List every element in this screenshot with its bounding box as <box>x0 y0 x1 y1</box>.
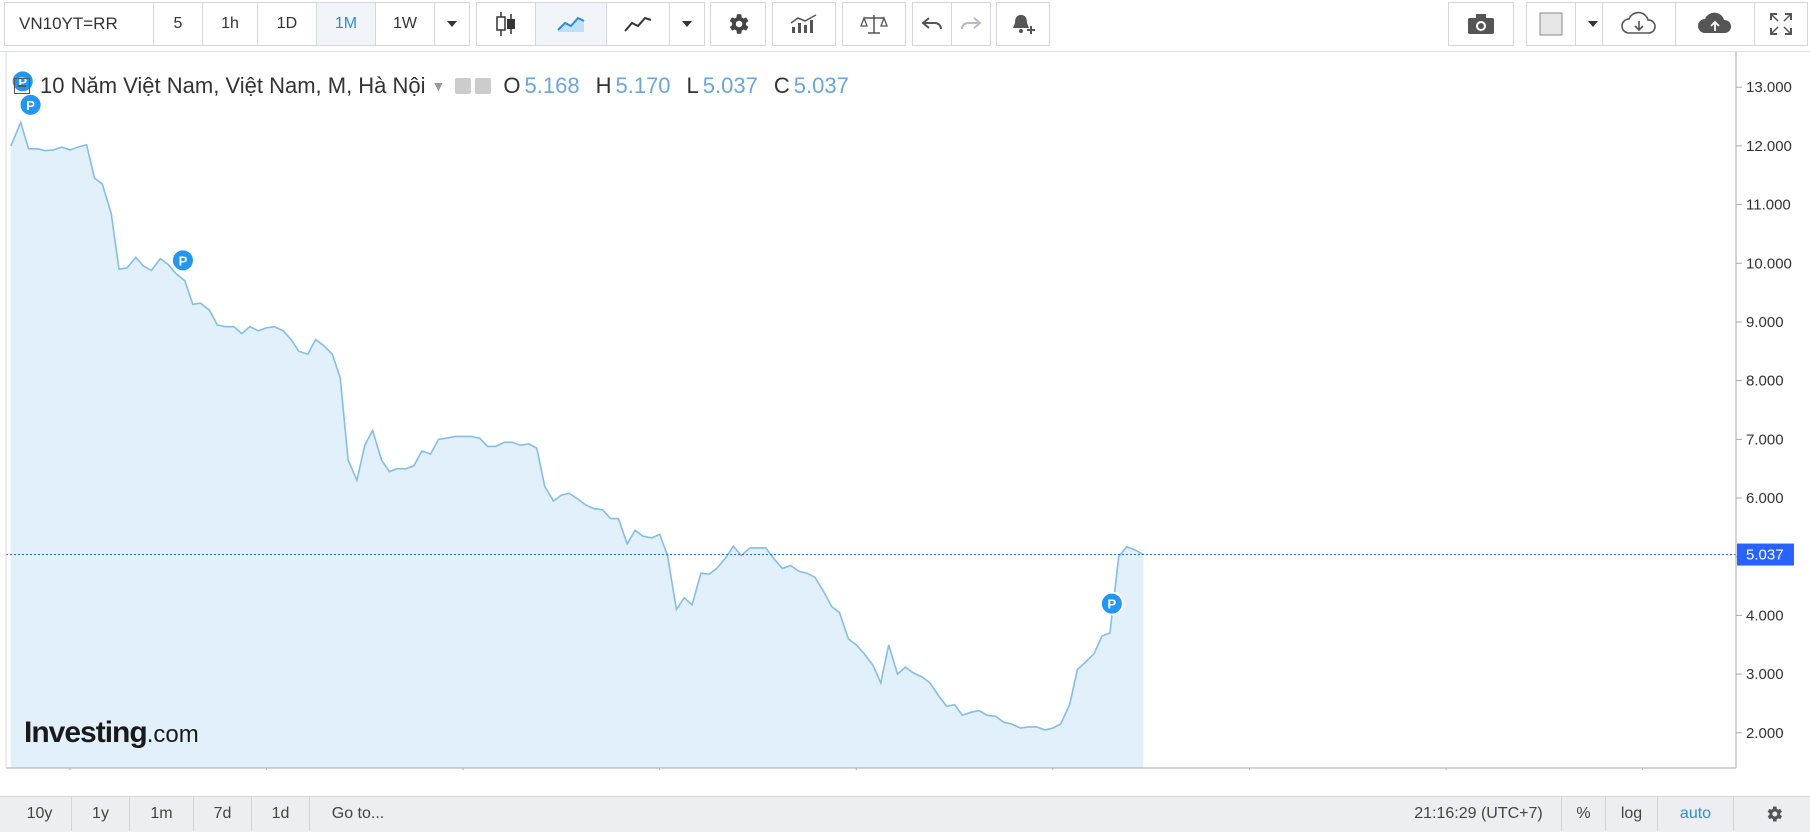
redo-icon <box>961 17 982 30</box>
open-value: 5.168 <box>524 73 580 98</box>
gear-icon <box>1767 806 1782 822</box>
gear-icon <box>729 14 749 34</box>
percent-toggle[interactable]: % <box>1562 797 1606 831</box>
candlestick-icon <box>496 12 515 36</box>
range-1d[interactable]: 1d <box>252 797 310 831</box>
chevron-down-icon <box>682 21 692 27</box>
y-tick-label: 2.000 <box>1746 725 1784 742</box>
marker-label: P <box>26 98 35 113</box>
gear-icon[interactable] <box>475 78 492 94</box>
last-price-label: 5.037 <box>1746 547 1784 564</box>
chart-area[interactable]: 2.0003.0004.0005.0006.0007.0008.0009.000… <box>0 52 1810 770</box>
range-1m[interactable]: 1m <box>130 797 194 831</box>
undo-icon <box>921 17 942 30</box>
y-tick-label: 4.000 <box>1746 607 1784 624</box>
scales-icon <box>860 15 888 34</box>
undo-button[interactable] <box>912 2 952 46</box>
y-tick-label: 12.000 <box>1746 138 1792 155</box>
high-label: H <box>595 73 612 98</box>
chart-legend: 10 Năm Việt Nam, Việt Nam, M, Hà Nội ▼ O… <box>14 72 849 100</box>
candles-button[interactable] <box>476 2 536 46</box>
open-label: O <box>503 73 521 98</box>
investing-logo: Investing.com <box>24 716 199 750</box>
area-chart-button[interactable] <box>535 2 607 46</box>
fullscreen-icon <box>1770 13 1792 35</box>
cloud-upload-icon <box>1698 12 1732 33</box>
chevron-down-icon <box>1588 21 1598 27</box>
y-tick-label: 3.000 <box>1746 666 1784 683</box>
line-chart-icon <box>624 16 652 32</box>
line-chart-button[interactable] <box>606 2 670 46</box>
save-chart-button[interactable] <box>1675 2 1755 46</box>
log-toggle[interactable]: log <box>1606 797 1658 831</box>
goto-button[interactable]: Go to... <box>310 797 406 831</box>
toolbar: VN10YT=RR 5 1h 1D 1M 1W <box>0 0 1810 52</box>
logo-suffix: .com <box>146 721 199 748</box>
cloud-download-icon <box>1621 11 1656 34</box>
alert-button[interactable] <box>996 2 1050 46</box>
area-chart-icon <box>557 16 585 32</box>
camera-icon <box>1468 14 1494 34</box>
range-1y[interactable]: 1y <box>72 797 130 831</box>
interval-1h[interactable]: 1h <box>202 2 258 46</box>
close-label: C <box>773 73 790 98</box>
low-label: L <box>686 73 699 98</box>
indicators-button[interactable] <box>772 2 836 46</box>
symbol-input[interactable]: VN10YT=RR <box>4 2 154 46</box>
collapse-legend-button[interactable] <box>14 78 30 94</box>
snapshot-button[interactable] <box>1448 2 1514 46</box>
interval-1d[interactable]: 1D <box>257 2 317 46</box>
event-marker[interactable]: P <box>170 248 195 273</box>
high-value: 5.170 <box>615 73 671 98</box>
close-value: 5.037 <box>793 73 849 98</box>
square-icon <box>1539 12 1563 36</box>
bottom-bar: 10y 1y 1m 7d 1d Go to... 21:16:29 (UTC+7… <box>0 796 1810 832</box>
range-10y[interactable]: 10y <box>8 797 72 831</box>
logo-brand: Investing <box>24 716 148 749</box>
layout-button[interactable] <box>1526 2 1576 46</box>
price-chart[interactable]: 2.0003.0004.0005.0006.0007.0008.0009.000… <box>0 52 1810 770</box>
chevron-down-icon <box>447 21 457 27</box>
y-tick-label: 9.000 <box>1746 314 1784 331</box>
eye-icon[interactable] <box>455 78 472 94</box>
last-price-tag: 5.037 <box>1737 543 1794 566</box>
indicators-icon <box>790 14 817 33</box>
event-marker[interactable]: P <box>1099 591 1124 616</box>
interval-dropdown[interactable] <box>434 2 470 46</box>
low-value: 5.037 <box>702 73 758 98</box>
compare-button[interactable] <box>842 2 906 46</box>
area-fill <box>10 122 1144 768</box>
time-display[interactable]: 21:16:29 (UTC+7) <box>1396 797 1562 831</box>
interval-1w[interactable]: 1W <box>375 2 435 46</box>
fullscreen-button[interactable] <box>1754 2 1808 46</box>
y-tick-label: 13.000 <box>1746 79 1792 96</box>
y-tick-label: 6.000 <box>1746 490 1784 507</box>
legend-title: 10 Năm Việt Nam, Việt Nam, M, Hà Nội <box>40 73 426 98</box>
y-tick-label: 11.000 <box>1746 197 1791 214</box>
y-tick-label: 10.000 <box>1746 255 1792 272</box>
y-tick-label: 8.000 <box>1746 373 1784 390</box>
y-tick-label: 7.000 <box>1746 431 1784 448</box>
range-7d[interactable]: 7d <box>194 797 252 831</box>
caret-down-icon[interactable]: ▼ <box>432 78 446 94</box>
chart-type-dropdown[interactable] <box>669 2 705 46</box>
load-chart-button[interactable] <box>1602 2 1676 46</box>
bell-plus-icon <box>1013 15 1035 34</box>
redo-button[interactable] <box>951 2 991 46</box>
auto-toggle[interactable]: auto <box>1658 797 1734 831</box>
marker-label: P <box>179 253 188 268</box>
interval-5[interactable]: 5 <box>153 2 203 46</box>
interval-1m[interactable]: 1M <box>316 2 376 46</box>
settings-button-bottom[interactable] <box>1752 797 1796 831</box>
settings-button[interactable] <box>710 2 766 46</box>
marker-label: P <box>1107 597 1116 612</box>
